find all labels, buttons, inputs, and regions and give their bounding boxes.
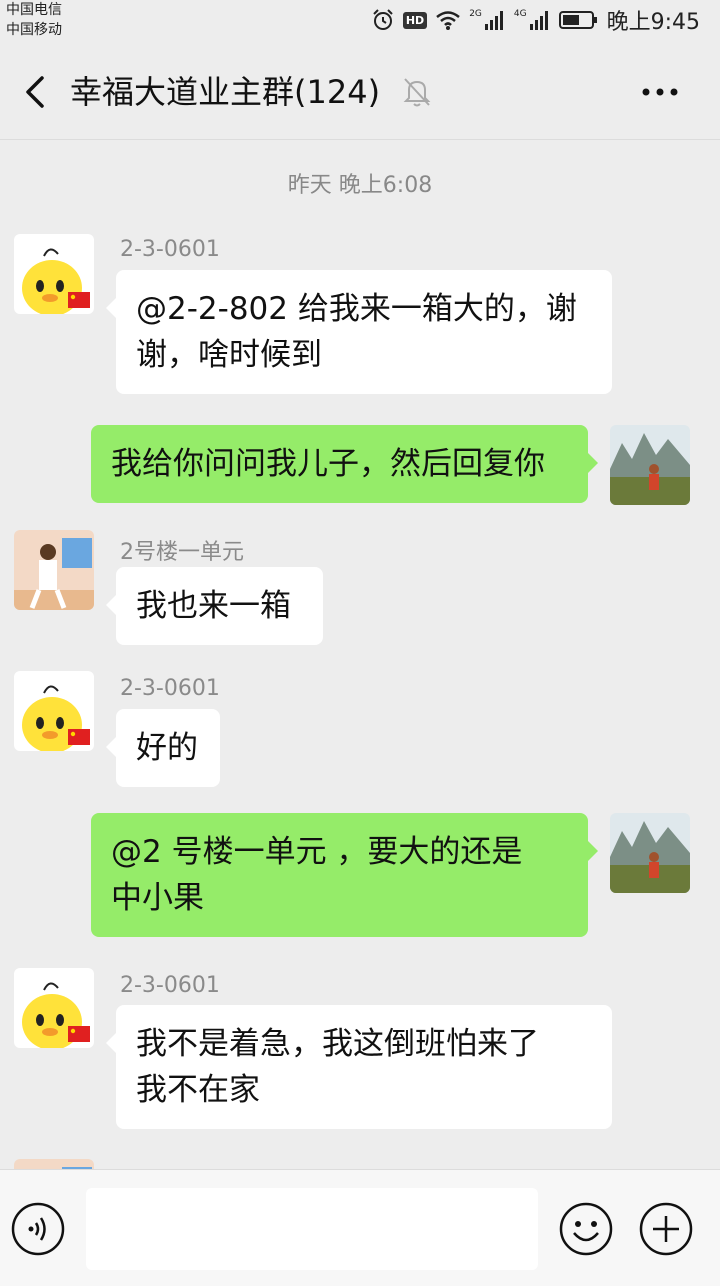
carrier-2: 中国移动 [6, 22, 62, 38]
incoming-message-bubble[interactable]: 好的 [106, 709, 220, 787]
signal-icon-2 [529, 11, 548, 30]
message-input[interactable] [86, 1188, 538, 1270]
incoming-message-bubble[interactable]: 我也来一箱 [106, 567, 323, 645]
message-timestamp: 昨天 晚上6:08 [287, 173, 433, 198]
chat-messages[interactable]: 昨天 晚上6:08 2-3-0601 @2-2-802 给我来一箱大的，谢 谢，… [0, 141, 720, 1169]
child-photo-avatar[interactable] [14, 1159, 94, 1169]
message-line: @2-2-802 给我来一箱大的，谢 [136, 291, 577, 327]
incoming-message-bubble[interactable]: @2-2-802 给我来一箱大的，谢 谢，啥时候到 [106, 270, 612, 394]
chat-header: 幸福大道业主群(124) [0, 44, 720, 140]
duck-avatar[interactable] [14, 671, 94, 751]
carrier-1: 中国电信 [6, 2, 62, 18]
status-time: 晚上9:45 [606, 10, 700, 35]
input-bar [0, 1169, 720, 1286]
message-line: @2 号楼一单元 ，要大的还是 [111, 834, 523, 870]
status-icons: HD 2G 4G 晚上9:45 [371, 6, 700, 35]
more-icon[interactable] [636, 74, 684, 110]
network-type-1: 2G [469, 9, 482, 19]
battery-icon [558, 11, 597, 29]
back-icon[interactable] [18, 72, 58, 112]
duck-avatar[interactable] [14, 234, 94, 314]
incoming-message-bubble[interactable]: 我不是着急，我这倒班怕来了 我不在家 [106, 1005, 612, 1129]
sender-name: 2-3-0601 [120, 973, 220, 998]
outgoing-message-bubble[interactable]: @2 号楼一单元 ，要大的还是 中小果 [91, 813, 598, 937]
message-line: 我不是着急，我这倒班怕来了 [136, 1026, 539, 1062]
status-bar: 中国电信 中国移动 HD 2G 4G 晚上9:45 [0, 0, 720, 44]
voice-icon[interactable] [10, 1201, 66, 1257]
message-line: 我不在家 [136, 1072, 260, 1108]
child-photo-avatar[interactable] [14, 530, 94, 610]
sender-name: 2号楼一单元 [120, 540, 244, 565]
scenery-avatar[interactable] [610, 425, 690, 505]
message-line: 好的 [136, 730, 198, 766]
plus-icon[interactable] [638, 1201, 694, 1257]
mute-bell-icon [403, 78, 431, 107]
network-type-2: 4G [513, 9, 527, 19]
scenery-avatar[interactable] [610, 813, 690, 893]
duck-avatar[interactable] [14, 968, 94, 1048]
message-line: 我也来一箱 [136, 588, 291, 624]
message-line: 谢，啥时候到 [136, 337, 322, 373]
chat-title: 幸福大道业主群(124) [70, 73, 381, 111]
signal-icon [484, 11, 503, 30]
hd-badge: HD [402, 11, 428, 29]
message-line: 中小果 [111, 880, 204, 916]
sender-name: 2-3-0601 [120, 237, 220, 262]
message-line: 我给你问问我儿子，然后回复你 [111, 446, 545, 482]
alarm-icon [373, 9, 393, 30]
emoji-icon[interactable] [558, 1201, 614, 1257]
sender-name: 2-3-0601 [120, 676, 220, 701]
wifi-icon [436, 11, 460, 30]
carrier-info: 中国电信 中国移动 [6, 0, 62, 40]
outgoing-message-bubble[interactable]: 我给你问问我儿子，然后回复你 [91, 425, 598, 503]
